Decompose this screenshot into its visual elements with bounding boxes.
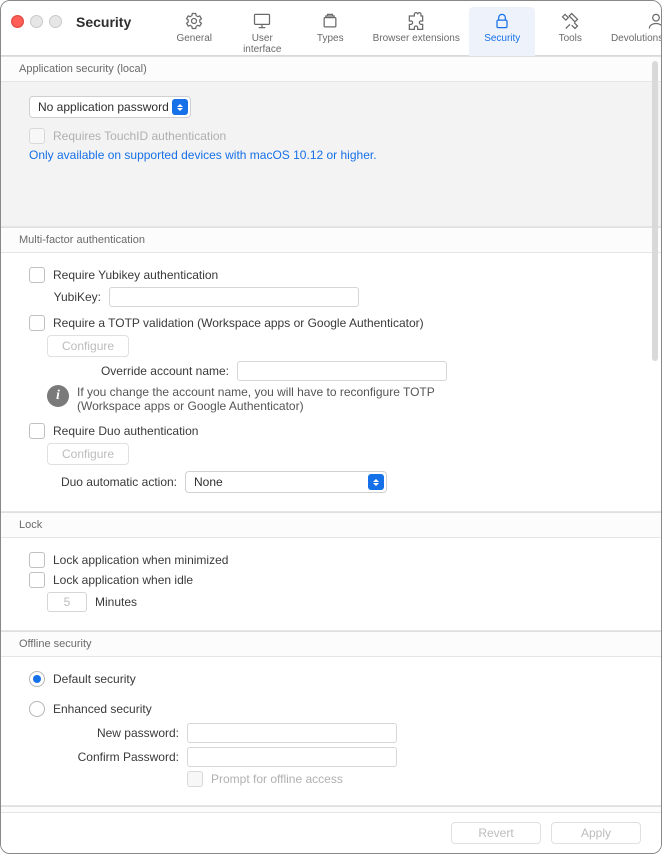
section-offline-security: Offline security Default security Enhanc… xyxy=(1,631,661,806)
section-application-security: Application security (local) No applicat… xyxy=(1,56,661,227)
lock-idle-label: Lock application when idle xyxy=(53,573,193,587)
apply-button[interactable]: Apply xyxy=(551,822,641,844)
section-heading: Application security (local) xyxy=(1,57,661,81)
enhanced-security-radio[interactable] xyxy=(29,701,45,717)
lock-minimized-checkbox[interactable] xyxy=(29,552,45,568)
duo-checkbox[interactable] xyxy=(29,423,45,439)
puzzle-icon xyxy=(406,11,426,31)
security-preferences-window: Security General User interface Types Br… xyxy=(0,0,662,854)
duo-configure-button[interactable]: Configure xyxy=(47,443,129,465)
duo-action-select[interactable]: None xyxy=(185,471,387,493)
default-security-label: Default security xyxy=(53,672,136,686)
tab-devolutions-account[interactable]: Devolutions Account xyxy=(605,7,662,61)
window-title: Security xyxy=(76,14,131,30)
new-password-label: New password: xyxy=(69,726,179,740)
user-icon xyxy=(646,11,662,31)
section-heading: Lock xyxy=(1,513,661,537)
section-mfa: Multi-factor authentication Require Yubi… xyxy=(1,227,661,512)
stack-icon xyxy=(320,11,340,31)
tools-icon xyxy=(560,11,580,31)
content-area: Application security (local) No applicat… xyxy=(1,56,661,812)
select-arrows-icon xyxy=(172,99,188,115)
lock-minimized-label: Lock application when minimized xyxy=(53,553,228,567)
enhanced-security-label: Enhanced security xyxy=(53,702,152,716)
totp-checkbox[interactable] xyxy=(29,315,45,331)
select-value: No application password xyxy=(38,100,169,114)
lock-idle-checkbox[interactable] xyxy=(29,572,45,588)
tab-security[interactable]: Security xyxy=(469,7,535,61)
tab-types[interactable]: Types xyxy=(297,7,363,61)
section-heading: Multi-factor authentication xyxy=(1,228,661,252)
toolbar: General User interface Types Browser ext… xyxy=(161,7,662,61)
override-label: Override account name: xyxy=(89,364,229,378)
section-lock: Lock Lock application when minimized Loc… xyxy=(1,512,661,631)
totp-label: Require a TOTP validation (Workspace app… xyxy=(53,316,424,330)
app-password-select[interactable]: No application password xyxy=(29,96,191,118)
gear-icon xyxy=(184,11,204,31)
totp-info-text: If you change the account name, you will… xyxy=(77,385,457,413)
default-security-radio[interactable] xyxy=(29,671,45,687)
totp-configure-button[interactable]: Configure xyxy=(47,335,129,357)
prompt-offline-label: Prompt for offline access xyxy=(211,772,343,786)
touchid-checkbox xyxy=(29,128,45,144)
tab-user-interface[interactable]: User interface xyxy=(229,7,295,61)
duo-action-label: Duo automatic action: xyxy=(47,475,177,489)
select-arrows-icon xyxy=(368,474,384,490)
minimize-window-dot[interactable] xyxy=(30,15,43,28)
lock-icon xyxy=(492,11,512,31)
footer: Revert Apply xyxy=(1,812,661,853)
section-heading: Offline security xyxy=(1,632,661,656)
tab-tools[interactable]: Tools xyxy=(537,7,603,61)
yubikey-checkbox[interactable] xyxy=(29,267,45,283)
select-value: None xyxy=(194,475,223,489)
confirm-password-input[interactable] xyxy=(187,747,397,767)
touchid-label: Requires TouchID authentication xyxy=(53,129,226,143)
override-account-input[interactable] xyxy=(237,361,447,381)
new-password-input[interactable] xyxy=(187,723,397,743)
revert-button[interactable]: Revert xyxy=(451,822,541,844)
idle-minutes-input[interactable] xyxy=(47,592,87,612)
minutes-label: Minutes xyxy=(95,595,137,609)
vertical-scrollbar[interactable] xyxy=(652,61,658,361)
title-bar: Security General User interface Types Br… xyxy=(1,1,661,56)
window-controls xyxy=(11,15,62,28)
prompt-offline-checkbox xyxy=(187,771,203,787)
yubikey-label: Require Yubikey authentication xyxy=(53,268,218,282)
confirm-password-label: Confirm Password: xyxy=(69,750,179,764)
macos-note: Only available on supported devices with… xyxy=(29,148,377,162)
zoom-window-dot[interactable] xyxy=(49,15,62,28)
yubikey-field-label: YubiKey: xyxy=(47,290,101,304)
info-icon: i xyxy=(47,385,69,407)
monitor-icon xyxy=(252,11,272,31)
tab-browser-extensions[interactable]: Browser extensions xyxy=(365,7,467,61)
yubikey-input[interactable] xyxy=(109,287,359,307)
duo-label: Require Duo authentication xyxy=(53,424,198,438)
tab-general[interactable]: General xyxy=(161,7,227,61)
close-window-dot[interactable] xyxy=(11,15,24,28)
